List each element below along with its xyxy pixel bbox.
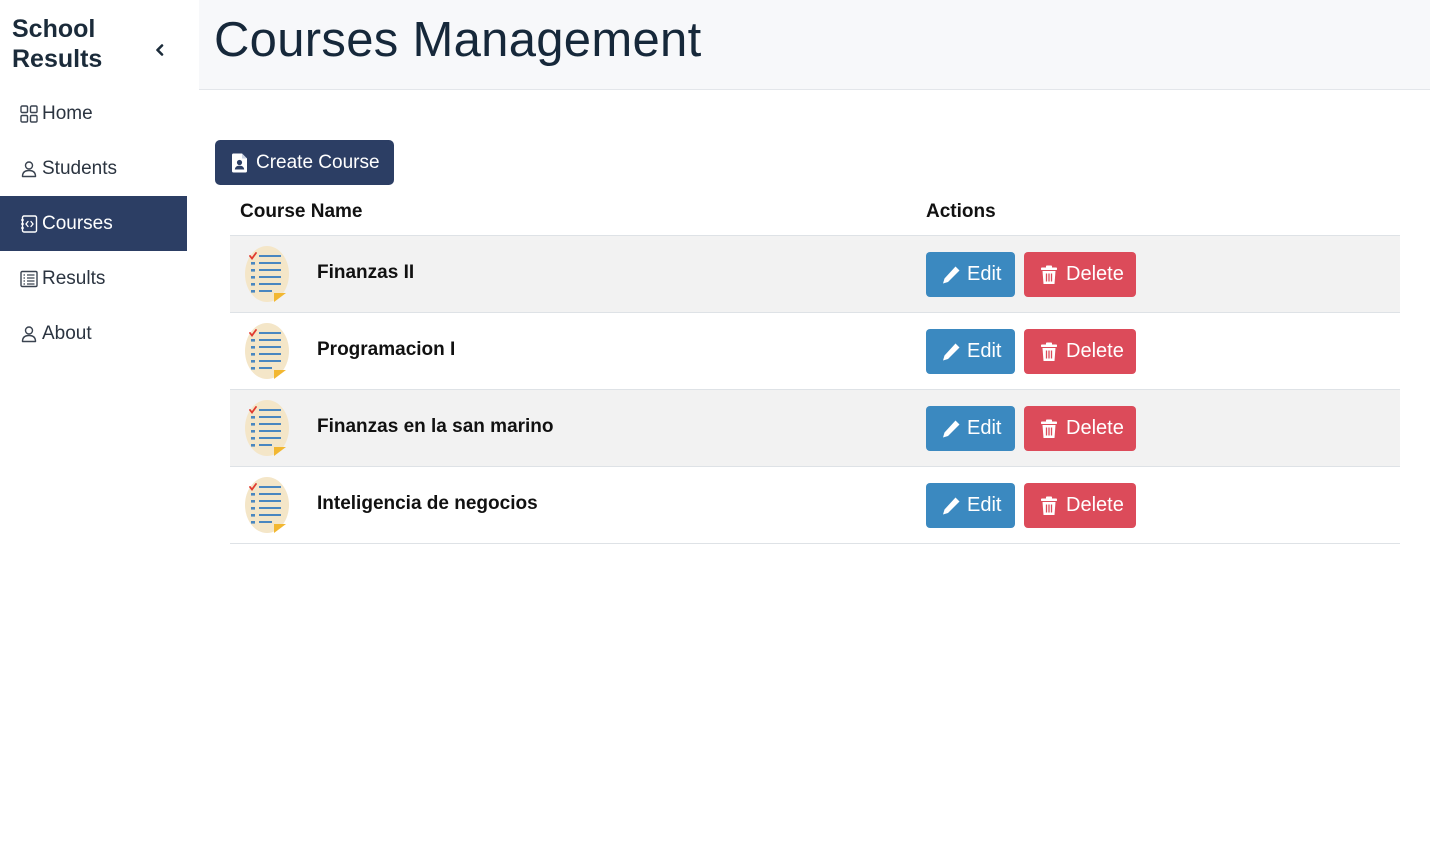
- trash-icon: [1040, 265, 1060, 285]
- list-icon: [19, 269, 38, 288]
- checklist-icon: [244, 322, 290, 380]
- sidebar-item-home[interactable]: Home: [0, 86, 187, 141]
- pencil-icon: [941, 496, 961, 516]
- table-row: Finanzas en la san marino Edit Delete: [230, 390, 1400, 467]
- grid-icon: [19, 104, 38, 123]
- delete-button[interactable]: Delete: [1024, 252, 1136, 297]
- brand-title: School Results: [12, 14, 142, 74]
- edit-label: Edit: [967, 340, 1002, 362]
- pencil-icon: [941, 419, 961, 439]
- delete-button[interactable]: Delete: [1024, 483, 1136, 528]
- edit-button[interactable]: Edit: [926, 329, 1015, 374]
- delete-button[interactable]: Delete: [1024, 329, 1136, 374]
- course-name: Programacion I: [317, 339, 456, 360]
- edit-button[interactable]: Edit: [926, 483, 1015, 528]
- code-file-icon: [19, 214, 38, 233]
- column-header-course-name: Course Name: [240, 201, 363, 222]
- person-icon: [19, 324, 38, 343]
- sidebar-item-label: Courses: [42, 212, 113, 234]
- edit-label: Edit: [967, 494, 1002, 516]
- delete-label: Delete: [1066, 340, 1124, 362]
- course-name: Inteligencia de negocios: [317, 493, 538, 514]
- brand-line-2: Results: [12, 45, 103, 73]
- sidebar-item-students[interactable]: Students: [0, 141, 187, 196]
- sidebar-item-courses[interactable]: Courses: [0, 196, 187, 251]
- page-header: Courses Management: [199, 0, 1430, 90]
- table-row: Inteligencia de negocios Edit Delete: [230, 467, 1400, 544]
- pencil-icon: [941, 342, 961, 362]
- sidebar-item-results[interactable]: Results: [0, 251, 187, 306]
- trash-icon: [1040, 419, 1060, 439]
- table-row: Programacion I Edit Delete: [230, 313, 1400, 390]
- sidebar-item-label: Results: [42, 267, 106, 289]
- delete-label: Delete: [1066, 494, 1124, 516]
- sidebar-collapse-button[interactable]: [152, 44, 168, 60]
- create-course-label: Create Course: [256, 151, 380, 173]
- checklist-icon: [244, 245, 290, 303]
- checklist-icon: [244, 399, 290, 457]
- delete-button[interactable]: Delete: [1024, 406, 1136, 451]
- sidebar: School Results Home Students Courses Res…: [0, 0, 199, 865]
- trash-icon: [1040, 342, 1060, 362]
- pencil-icon: [941, 265, 961, 285]
- edit-label: Edit: [967, 263, 1002, 285]
- table-header: Course Name Actions: [230, 196, 1400, 236]
- sidebar-item-label: About: [42, 322, 92, 344]
- page-title: Courses Management: [214, 13, 702, 67]
- sidebar-nav: Home Students Courses Results About: [0, 86, 187, 361]
- file-person-icon: [231, 153, 248, 173]
- sidebar-item-about[interactable]: About: [0, 306, 187, 361]
- sidebar-item-label: Home: [42, 102, 93, 124]
- sidebar-item-label: Students: [42, 157, 117, 179]
- edit-button[interactable]: Edit: [926, 406, 1015, 451]
- column-header-actions: Actions: [926, 201, 996, 222]
- delete-label: Delete: [1066, 417, 1124, 439]
- brand-line-1: School: [12, 15, 96, 43]
- course-name: Finanzas II: [317, 262, 415, 283]
- table-row: Finanzas II Edit Delete: [230, 236, 1400, 313]
- course-name: Finanzas en la san marino: [317, 416, 554, 437]
- courses-table: Course Name Actions Finanzas II Edit Del…: [230, 196, 1400, 544]
- person-icon: [19, 159, 38, 178]
- edit-label: Edit: [967, 417, 1002, 439]
- chevron-left-icon: [155, 43, 165, 61]
- trash-icon: [1040, 496, 1060, 516]
- create-course-button[interactable]: Create Course: [215, 140, 394, 185]
- edit-button[interactable]: Edit: [926, 252, 1015, 297]
- checklist-icon: [244, 476, 290, 534]
- delete-label: Delete: [1066, 263, 1124, 285]
